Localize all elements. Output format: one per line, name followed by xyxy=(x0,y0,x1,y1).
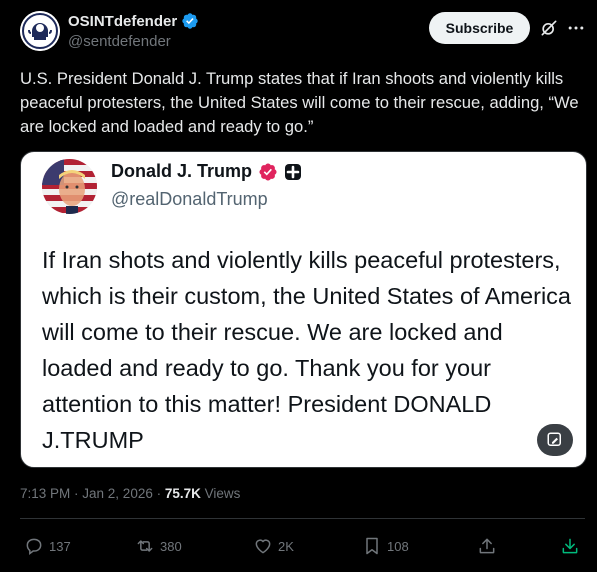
views-label: Views xyxy=(200,486,241,501)
more-icon[interactable] xyxy=(566,18,586,38)
subscribe-button[interactable]: Subscribe xyxy=(429,12,530,44)
verified-gov-badge-icon xyxy=(259,162,277,181)
flag-portrait-icon xyxy=(42,159,97,214)
meta-separator: · xyxy=(70,486,83,501)
tweet-text: U.S. President Donald J. Trump states th… xyxy=(20,69,579,136)
verified-badge-icon xyxy=(182,13,198,29)
tweet-time[interactable]: 7:13 PM xyxy=(20,486,70,501)
image-edit-icon xyxy=(547,432,561,446)
meta-separator: · xyxy=(152,486,165,501)
repost-icon xyxy=(137,540,153,552)
download-button[interactable] xyxy=(560,536,580,556)
tweet-date[interactable]: Jan 2, 2026 xyxy=(82,486,153,501)
affiliate-badge-icon xyxy=(285,163,302,180)
repost-count: 380 xyxy=(160,538,182,554)
like-button[interactable]: 2K xyxy=(253,536,294,556)
bookmark-button[interactable]: 108 xyxy=(362,536,409,556)
tweet-meta: 7:13 PM · Jan 2, 2026 · 75.7K Views xyxy=(20,486,240,501)
osint-logo-icon xyxy=(20,11,60,51)
embedded-name-row: Donald J. Trump xyxy=(111,161,302,182)
repost-button[interactable]: 380 xyxy=(135,536,182,556)
attached-image[interactable]: Donald J. Trump @realDonaldTrump If Iran… xyxy=(20,151,587,468)
heart-icon xyxy=(255,539,271,554)
author-avatar[interactable] xyxy=(20,11,60,51)
reply-button[interactable]: 137 xyxy=(24,536,71,556)
embedded-avatar xyxy=(42,159,97,214)
views-count: 75.7K xyxy=(164,486,201,501)
reply-count: 137 xyxy=(49,538,71,554)
tweet: OSINTdefender @sentdefender Subscribe U.… xyxy=(0,0,597,572)
bookmark-icon xyxy=(366,537,378,555)
author-handle[interactable]: @sentdefender xyxy=(68,33,171,50)
embedded-handle: @realDonaldTrump xyxy=(111,189,268,209)
embedded-display-name: Donald J. Trump xyxy=(111,161,253,181)
author-name-row: OSINTdefender xyxy=(68,12,199,30)
share-button[interactable] xyxy=(477,536,497,556)
like-count: 2K xyxy=(278,538,294,554)
embedded-text: If Iran shots and violently kills peacef… xyxy=(42,247,571,453)
reply-icon xyxy=(26,538,42,555)
bookmark-count: 108 xyxy=(387,538,409,554)
share-icon xyxy=(479,538,495,554)
author-display-name[interactable]: OSINTdefender xyxy=(68,13,177,30)
divider xyxy=(20,518,585,519)
download-icon xyxy=(562,538,578,554)
grok-icon[interactable] xyxy=(539,18,559,38)
image-grok-button[interactable] xyxy=(537,424,573,456)
